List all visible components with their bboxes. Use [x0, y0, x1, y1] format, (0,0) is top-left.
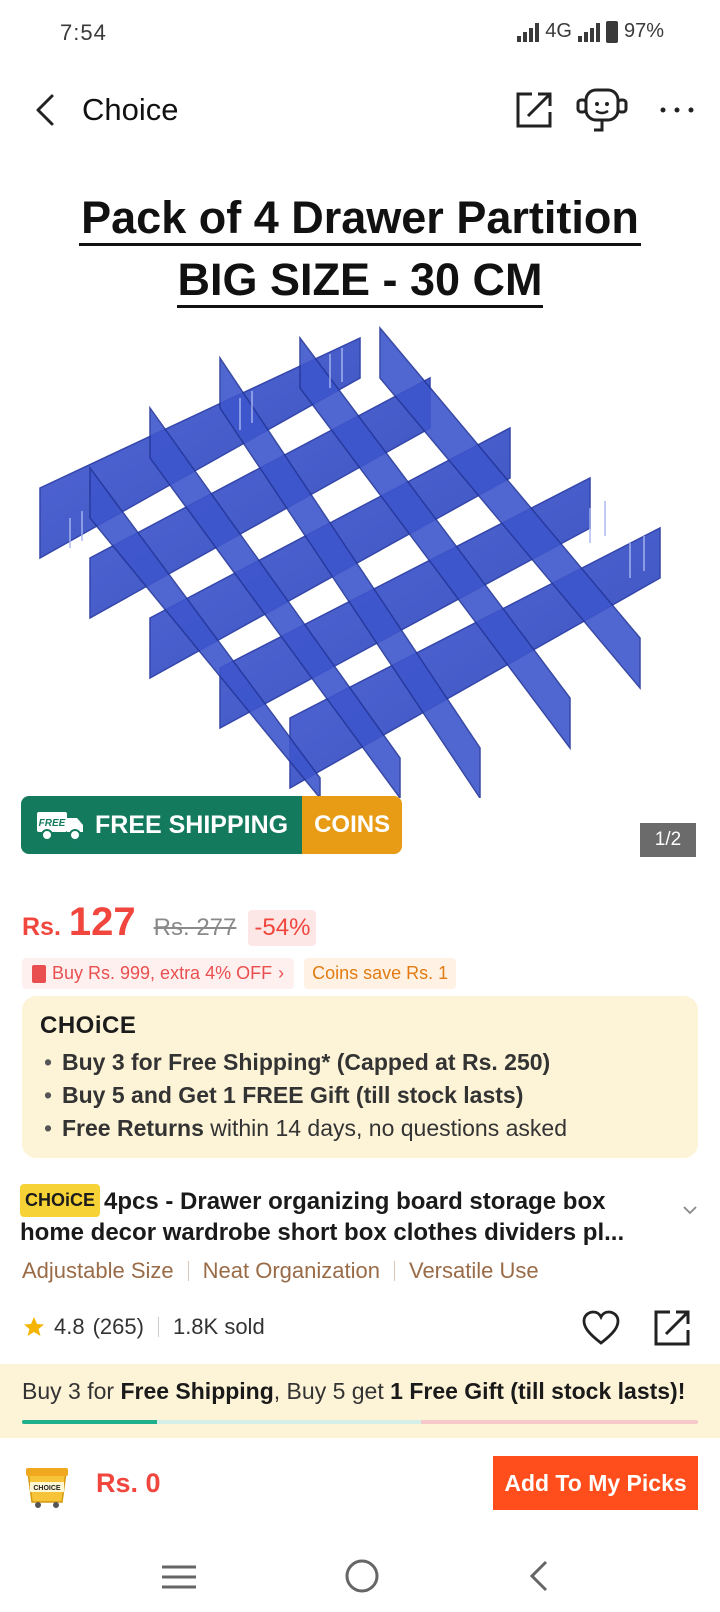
status-right: 4G 97%: [517, 20, 664, 43]
promo-row: Buy Rs. 999, extra 4% OFF › Coins save R…: [22, 958, 457, 989]
menu-icon: [162, 1565, 196, 1589]
star-icon: [24, 1317, 44, 1336]
current-price: 127: [68, 900, 136, 944]
bottom-action-bar: CHOICE Rs. 0 Add To My Picks: [0, 1450, 720, 1540]
benefit-item: Buy 3 for Free Shipping* (Capped at Rs. …: [40, 1046, 680, 1079]
extra-off-label: Buy Rs. 999, extra 4% OFF: [52, 963, 273, 983]
divider: [393, 1261, 395, 1281]
shipping-progress-bar: [22, 1420, 698, 1424]
share-icon: [516, 92, 552, 128]
free-shipping-label: FREE SHIPPING: [95, 810, 289, 839]
status-bar: 7:54 4G 97%: [0, 0, 720, 66]
wishlist-button[interactable]: [580, 1308, 622, 1348]
rating-value: 4.8: [54, 1314, 85, 1339]
system-back-button[interactable]: [524, 1556, 554, 1596]
network-type: 4G: [545, 20, 572, 42]
image-pager: 1/2: [640, 823, 696, 857]
chevron-right-icon: ›: [278, 963, 285, 983]
coins-badge: COINS: [302, 796, 403, 854]
drawer-divider-image: [39, 325, 661, 798]
choice-cart-button[interactable]: CHOICE: [22, 1460, 72, 1510]
coupon-icon: [32, 964, 46, 983]
more-button[interactable]: [655, 92, 699, 128]
price-row: Rs. 127 Rs. 277 -54%: [22, 900, 317, 946]
back-icon: [36, 94, 54, 126]
price-currency: Rs.: [22, 913, 61, 941]
more-icon: [660, 107, 694, 113]
progress-fill: [22, 1420, 158, 1424]
page-title: Choice: [82, 92, 179, 127]
feature-tag: Versatile Use: [408, 1258, 539, 1283]
app-header: Choice: [0, 70, 720, 150]
product-title-text: 4pcs - Drawer organizing board storage b…: [20, 1188, 625, 1246]
product-image-carousel[interactable]: Pack of 4 Drawer Partition BIG SIZE - 30…: [0, 178, 720, 868]
shipping-progress-banner: Buy 3 for Free Shipping, Buy 5 get 1 Fre…: [0, 1364, 720, 1438]
choice-benefits-list: Buy 3 for Free Shipping* (Capped at Rs. …: [40, 1046, 680, 1145]
choice-benefits-card[interactable]: CHOiCE Buy 3 for Free Shipping* (Capped …: [22, 996, 698, 1158]
shipping-coins-badge: FREE FREE SHIPPING COINS: [21, 796, 403, 854]
chevron-down-icon: [683, 1206, 697, 1215]
benefit-item: Free Returns within 14 days, no question…: [40, 1112, 680, 1145]
shipping-banner-text: Buy 3 for Free Shipping, Buy 5 get 1 Fre…: [22, 1378, 686, 1404]
divider: [157, 1317, 159, 1337]
battery-level: 97%: [623, 20, 664, 42]
feature-tags: Adjustable Size Neat Organization Versat…: [22, 1258, 539, 1284]
signal-icon: [517, 22, 540, 42]
coins-save-badge: Coins save Rs. 1: [304, 958, 457, 989]
original-price: Rs. 277: [153, 914, 237, 941]
status-time: 7:54: [60, 20, 107, 45]
truck-free-label: FREE: [39, 818, 66, 829]
back-button[interactable]: [28, 88, 68, 132]
discount-badge: -54%: [248, 910, 317, 946]
home-button[interactable]: [342, 1556, 382, 1596]
divider: [187, 1261, 189, 1281]
customer-service-button[interactable]: [574, 84, 630, 136]
cart-label: CHOICE: [33, 1485, 61, 1492]
truck-icon: FREE: [37, 812, 83, 841]
battery-icon: [605, 20, 618, 43]
expand-title-button[interactable]: [680, 1200, 700, 1220]
heart-icon: [582, 1310, 620, 1345]
share-icon: [654, 1310, 690, 1346]
back-icon: [529, 1560, 548, 1592]
customer-service-icon: [576, 88, 628, 132]
rating-row[interactable]: 4.8 (265) 1.8K sold: [22, 1314, 265, 1340]
recent-apps-button[interactable]: [160, 1562, 198, 1592]
choice-tag: CHOiCE: [20, 1184, 101, 1217]
sold-count: 1.8K sold: [172, 1314, 265, 1339]
product-title[interactable]: CHOiCE 4pcs - Drawer organizing board sto…: [20, 1184, 670, 1248]
signal-icon-2: [577, 22, 600, 42]
image-headline: Pack of 4 Drawer Partition: [0, 192, 720, 246]
choice-cart-icon: CHOICE: [26, 1468, 68, 1508]
progress-segment: [157, 1420, 421, 1424]
system-nav-bar: [0, 1540, 720, 1612]
home-circle-icon: [345, 1559, 379, 1593]
share-button[interactable]: [512, 88, 556, 132]
cart-total: Rs. 0: [96, 1468, 161, 1498]
add-to-my-picks-button[interactable]: Add To My Picks: [493, 1456, 698, 1510]
free-shipping-badge: FREE FREE SHIPPING: [21, 796, 303, 854]
benefit-item: Buy 5 and Get 1 FREE Gift (till stock la…: [40, 1079, 680, 1112]
feature-tag: Neat Organization: [202, 1258, 380, 1283]
review-count: (265): [92, 1314, 144, 1339]
image-subheadline: BIG SIZE - 30 CM: [0, 254, 720, 308]
choice-logo: CHOiCE: [40, 1012, 137, 1039]
feature-tag: Adjustable Size: [22, 1258, 174, 1283]
extra-off-promo[interactable]: Buy Rs. 999, extra 4% OFF ›: [22, 958, 295, 989]
share-product-button[interactable]: [650, 1306, 694, 1350]
